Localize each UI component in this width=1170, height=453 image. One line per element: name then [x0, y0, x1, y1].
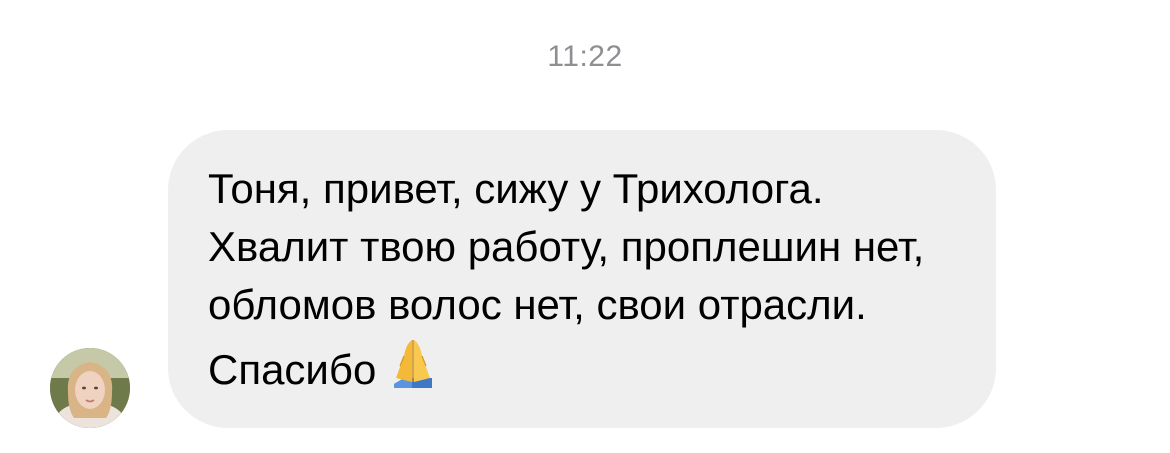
message-body: Тоня, привет, сижу у Трихолога. Хвалит т… [208, 165, 925, 393]
sender-avatar[interactable] [50, 348, 130, 428]
message-text: Тоня, привет, сижу у Трихолога. Хвалит т… [208, 160, 956, 399]
folded-hands-icon [384, 334, 442, 392]
message-timestamp: 11:22 [547, 40, 623, 73]
message-bubble[interactable]: Тоня, привет, сижу у Трихолога. Хвалит т… [168, 130, 996, 428]
avatar-photo-icon [50, 348, 130, 428]
